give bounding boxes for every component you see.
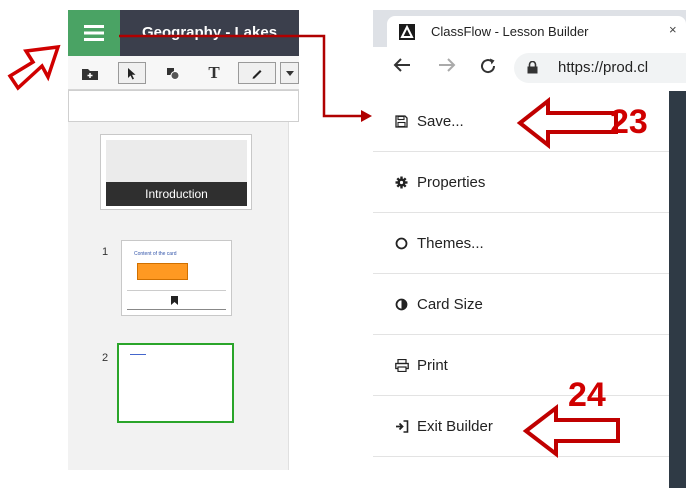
folder-icon[interactable] bbox=[80, 62, 100, 84]
menu-item-themes[interactable]: Themes... bbox=[373, 213, 669, 274]
builder-toolbar: T bbox=[68, 56, 299, 90]
address-bar[interactable]: https://prod.cl bbox=[514, 53, 686, 83]
card-list: Introduction 1 Content of the card 2 bbox=[68, 122, 288, 470]
menu-item-exit-builder[interactable]: Exit Builder bbox=[373, 396, 669, 457]
sign-out-icon bbox=[395, 419, 413, 433]
shapes-icon bbox=[167, 67, 180, 80]
pen-options-dropdown[interactable] bbox=[280, 62, 299, 84]
menu-item-card-size[interactable]: Card Size bbox=[373, 274, 669, 335]
lock-icon bbox=[527, 60, 538, 79]
shapes-tool-button[interactable] bbox=[162, 62, 184, 84]
annotation-step-number: 24 bbox=[568, 376, 606, 414]
card-thumbnail-title: Content of the card bbox=[134, 251, 177, 257]
forward-icon[interactable] bbox=[438, 57, 456, 78]
menu-item-label: Save... bbox=[417, 112, 464, 130]
text-tool-button[interactable]: T bbox=[204, 62, 224, 84]
card-number: 1 bbox=[102, 246, 109, 258]
classflow-logo-icon bbox=[399, 24, 415, 40]
pen-icon bbox=[252, 70, 262, 79]
card-number: 2 bbox=[102, 352, 109, 364]
annotation-connector-arrowhead bbox=[361, 110, 372, 122]
hamburger-icon bbox=[84, 25, 104, 41]
browser-tab[interactable]: ClassFlow - Lesson Builder × bbox=[387, 16, 686, 47]
hamburger-menu-button[interactable] bbox=[68, 10, 120, 56]
menu-item-label: Properties bbox=[417, 173, 486, 191]
lesson-title: Geography - Lakes bbox=[120, 10, 299, 56]
reload-icon[interactable] bbox=[479, 57, 497, 80]
printer-icon bbox=[395, 358, 413, 372]
menu-item-label: Card Size bbox=[417, 295, 483, 313]
introduction-card[interactable]: Introduction bbox=[100, 134, 252, 210]
menu-item-label: Themes... bbox=[417, 234, 484, 252]
divider bbox=[127, 290, 226, 291]
page-background-strip bbox=[669, 91, 686, 488]
card-thumbnail[interactable]: Content of the card bbox=[121, 240, 232, 316]
menu-item-print[interactable]: Print bbox=[373, 335, 669, 396]
gear-icon bbox=[395, 176, 413, 189]
menu-item-label: Exit Builder bbox=[417, 417, 493, 435]
floppy-disk-icon bbox=[395, 114, 413, 128]
tab-strip: ClassFlow - Lesson Builder × bbox=[373, 10, 686, 47]
introduction-thumbnail bbox=[106, 140, 247, 182]
back-icon[interactable] bbox=[393, 57, 411, 78]
selected-card-thumbnail[interactable] bbox=[117, 343, 234, 423]
introduction-label: Introduction bbox=[106, 182, 247, 206]
url-text: https://prod.cl bbox=[558, 59, 649, 76]
bookmark-icon bbox=[171, 296, 178, 307]
pen-tool-button[interactable] bbox=[238, 62, 276, 84]
chevron-down-icon bbox=[285, 70, 294, 76]
builder-main-menu: Save... Properties Themes... Card Size P… bbox=[373, 91, 669, 488]
annotation-step-number: 23 bbox=[610, 103, 648, 141]
circle-outline-icon bbox=[395, 237, 413, 250]
card-list-scrollbar[interactable] bbox=[288, 122, 299, 470]
close-tab-icon[interactable]: × bbox=[669, 22, 677, 37]
lesson-builder-panel: Geography - Lakes T Introduction 1 Conte… bbox=[68, 10, 299, 470]
card-search-field[interactable] bbox=[68, 90, 299, 122]
card-title-placeholder bbox=[130, 354, 146, 355]
half-circle-icon bbox=[395, 298, 413, 311]
menu-item-label: Print bbox=[417, 356, 448, 374]
browser-window: ClassFlow - Lesson Builder × https://pro… bbox=[373, 10, 686, 488]
navigation-bar: https://prod.cl bbox=[373, 47, 686, 91]
tab-title: ClassFlow - Lesson Builder bbox=[431, 24, 589, 39]
menu-item-properties[interactable]: Properties bbox=[373, 152, 669, 213]
select-tool-button[interactable] bbox=[118, 62, 146, 84]
pointer-icon bbox=[128, 67, 136, 79]
annotation-arrow-hamburger bbox=[7, 44, 61, 91]
orange-block bbox=[137, 263, 188, 280]
divider bbox=[127, 309, 226, 310]
